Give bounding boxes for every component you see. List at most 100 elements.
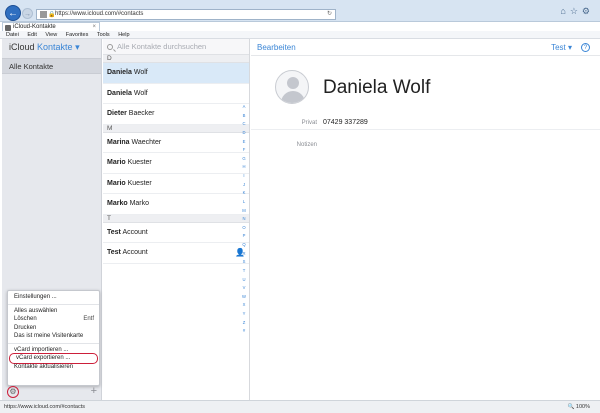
contact-first-name: Daniela (107, 69, 132, 76)
alphabet-index-letter[interactable]: D (240, 129, 248, 138)
refresh-icon[interactable]: ↻ (327, 10, 332, 19)
alphabet-index-letter[interactable]: R (240, 250, 248, 259)
menu-item-my-card[interactable]: Das ist meine Visitenkarte (8, 332, 99, 341)
alphabet-index-letter[interactable]: F (240, 146, 248, 155)
settings-gear-icon[interactable]: ⚙ (7, 386, 19, 398)
alphabet-index-letter[interactable]: W (240, 293, 248, 302)
alphabet-index-letter[interactable]: I (240, 172, 248, 181)
alphabet-index-letter[interactable]: Q (240, 241, 248, 250)
browser-menubar: Datei Edit View Favorites Tools Help (0, 31, 600, 39)
alphabet-index-letter[interactable]: Y (240, 310, 248, 319)
alphabet-index-letter[interactable]: S (240, 258, 248, 267)
contact-last-name: Kuester (127, 179, 152, 187)
contact-first-name: Marko (107, 200, 128, 207)
browser-toolbar-icons: ⌂☆⚙ (560, 6, 594, 17)
alphabet-index-letter[interactable]: T (240, 267, 248, 276)
alphabet-index-letter[interactable]: L (240, 198, 248, 207)
menu-favorites[interactable]: Favorites (66, 32, 89, 38)
list-item[interactable]: Mario Kuester (103, 153, 249, 174)
app-switcher[interactable]: Kontakte ▾ (37, 42, 80, 52)
menu-tools[interactable]: Tools (97, 32, 110, 38)
menu-item-shortcut: Entf (83, 316, 94, 322)
alphabet-index-letter[interactable]: J (240, 181, 248, 190)
zoom-icon: 🔍 (567, 404, 575, 410)
list-item[interactable]: Marko Marko (103, 194, 249, 215)
edit-button[interactable]: Bearbeiten (257, 39, 296, 56)
menu-item-settings[interactable]: Einstellungen ... (8, 293, 99, 302)
address-bar[interactable]: 🔒 https://www.icloud.com/#contacts ↻ (36, 9, 336, 20)
forward-arrow-icon[interactable]: → (22, 8, 33, 19)
detail-toolbar: Bearbeiten Test ▾ ? (251, 39, 600, 56)
list-item[interactable]: Test Account 👤 (103, 243, 249, 264)
alphabet-index-letter[interactable]: P (240, 232, 248, 241)
section-header-d: D (103, 55, 249, 63)
menu-item-select-all[interactable]: Alles auswählen (8, 307, 99, 316)
home-icon[interactable]: ⌂ (560, 6, 569, 16)
alphabet-index: A B C D E F G H I J K L M N O P Q R S T U V W X Y Z # (240, 103, 248, 336)
notes-label: Notizen (296, 142, 317, 148)
alphabet-index-letter[interactable]: A (240, 103, 248, 112)
contact-last-name: Baecker (128, 110, 155, 117)
contact-last-name: Waechter (131, 138, 162, 146)
zoom-level[interactable]: 🔍 100% (568, 401, 590, 413)
contact-first-name: Marina (107, 138, 130, 146)
alphabet-index-letter[interactable]: H (240, 163, 248, 172)
alphabet-index-letter[interactable]: M (240, 207, 248, 216)
list-item[interactable]: Marina Waechter (103, 133, 249, 153)
icloud-brand: iCloud (9, 42, 35, 52)
list-item[interactable]: Mario Kuester (103, 174, 249, 194)
alphabet-index-letter[interactable]: # (240, 327, 248, 336)
help-icon[interactable]: ? (581, 43, 590, 52)
contact-first-name: Test (107, 249, 121, 256)
alphabet-index-letter[interactable]: U (240, 276, 248, 285)
chevron-down-icon: ▾ (75, 42, 80, 52)
list-item[interactable]: Dieter Baecker (103, 104, 249, 125)
menu-item-export-vcard[interactable]: vCard exportieren ... (9, 353, 98, 364)
alphabet-index-letter[interactable]: B (240, 112, 248, 121)
user-name: Test (551, 43, 566, 52)
menu-file[interactable]: Datei (6, 32, 19, 38)
sidebar-footer: ⚙ + (2, 384, 102, 400)
search-placeholder: Alle Kontakte durchsuchen (117, 42, 207, 51)
avatar[interactable] (275, 70, 309, 104)
phone-label: Privat (301, 120, 317, 126)
add-contact-button[interactable]: + (91, 385, 97, 397)
alphabet-index-letter[interactable]: O (240, 224, 248, 233)
settings-context-menu: Einstellungen ... Alles auswählen Lösche… (7, 290, 100, 386)
alphabet-index-letter[interactable]: X (240, 301, 248, 310)
menu-help[interactable]: Help (118, 32, 129, 38)
menu-view[interactable]: View (45, 32, 57, 38)
alphabet-index-letter[interactable]: G (240, 155, 248, 164)
groups-sidebar: iCloud Kontakte ▾ Alle Kontakte Einstell… (2, 39, 102, 400)
menu-item-import-vcard[interactable]: vCard importieren ... (8, 346, 99, 355)
gear-icon[interactable]: ⚙ (582, 6, 594, 16)
alphabet-index-letter[interactable]: N (240, 215, 248, 224)
section-header-m: M (103, 124, 249, 133)
phone-field: Privat 07429 337289 (251, 118, 600, 130)
tab-title: iCloud-Kontakte (13, 24, 56, 30)
back-arrow-icon[interactable]: ← (5, 5, 21, 21)
favorites-star-icon[interactable]: ☆ (570, 6, 582, 16)
list-item[interactable]: Test Account (103, 223, 249, 243)
sidebar-item-all-contacts[interactable]: Alle Kontakte (2, 58, 101, 74)
menu-edit[interactable]: Edit (27, 32, 36, 38)
phone-value[interactable]: 07429 337289 (323, 118, 368, 128)
address-url: https://www.icloud.com/#contacts (55, 11, 144, 17)
alphabet-index-letter[interactable]: K (240, 189, 248, 198)
alphabet-index-letter[interactable]: V (240, 284, 248, 293)
user-menu[interactable]: Test ▾ (551, 39, 572, 56)
menu-item-label: Alles auswählen (14, 307, 58, 314)
contact-first-name: Dieter (107, 110, 127, 117)
alphabet-index-letter[interactable]: C (240, 120, 248, 129)
menu-item-label: Drucken (14, 324, 37, 331)
search-input[interactable]: Alle Kontakte durchsuchen (103, 39, 249, 55)
list-item[interactable]: Daniela Wolf (103, 63, 249, 84)
alphabet-index-letter[interactable]: Z (240, 319, 248, 328)
contact-last-name: Wolf (133, 69, 148, 76)
menu-item-print[interactable]: Drucken (8, 324, 99, 333)
contact-list: Alle Kontakte durchsuchen D Daniela Wolf… (103, 39, 250, 400)
list-item[interactable]: Daniela Wolf (103, 84, 249, 104)
menu-item-refresh-contacts[interactable]: Kontakte aktualisieren (8, 363, 99, 372)
alphabet-index-letter[interactable]: E (240, 138, 248, 147)
menu-item-delete[interactable]: Löschen Entf (8, 315, 99, 324)
